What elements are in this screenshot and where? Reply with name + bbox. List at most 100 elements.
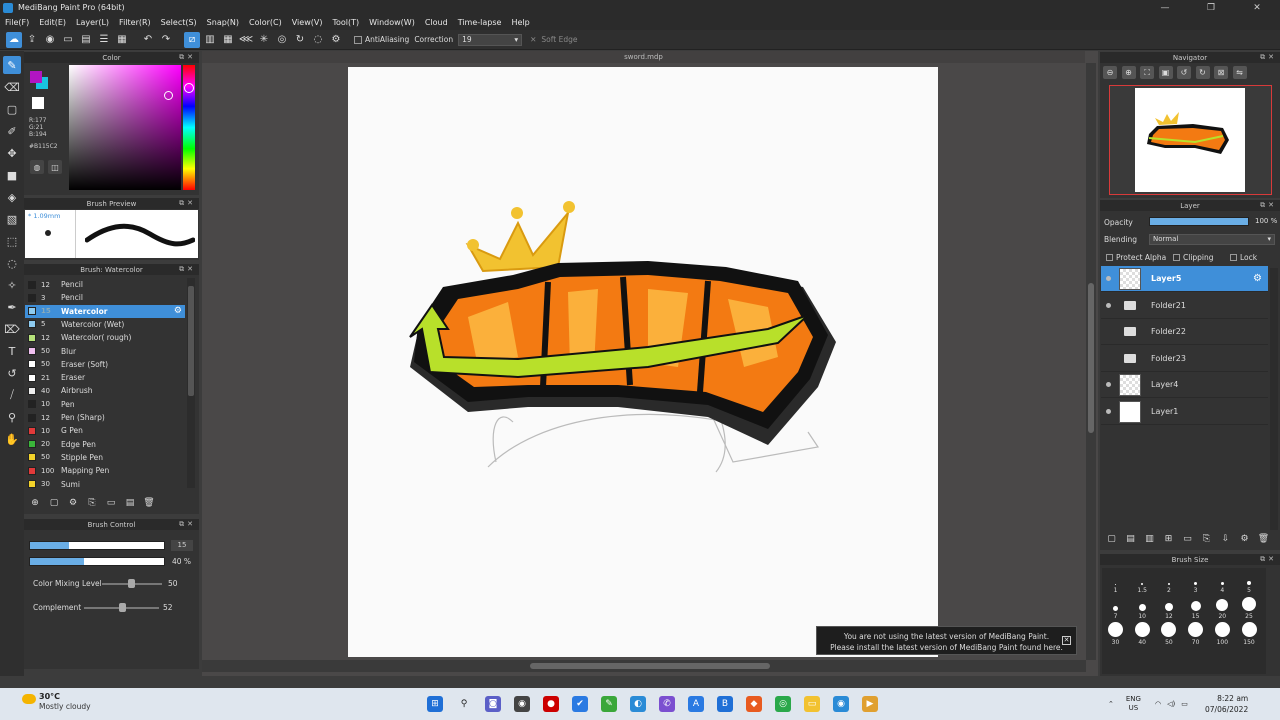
brush-opacity-slider[interactable]: [29, 557, 165, 566]
import-brush-icon[interactable]: ▤: [123, 496, 137, 510]
color-mixing-knob[interactable]: [128, 579, 135, 588]
antialiasing-checkbox[interactable]: [354, 35, 362, 44]
paint-app-icon[interactable]: ◐: [630, 696, 646, 712]
obs-icon[interactable]: ◉: [514, 696, 530, 712]
brush-size-option[interactable]: 70: [1182, 620, 1209, 646]
record-icon[interactable]: ●: [543, 696, 559, 712]
snap-settings-icon[interactable]: ⚙: [328, 32, 344, 48]
hand-tool-icon[interactable]: ✋: [3, 430, 21, 448]
brush-size-option[interactable]: 1: [1102, 568, 1129, 594]
system-clock[interactable]: 8:22 am 07/06/2022: [1205, 693, 1248, 715]
select-eraser-tool-icon[interactable]: ⌦: [3, 320, 21, 338]
page-icon[interactable]: ▤: [78, 32, 94, 48]
delete-brush-icon[interactable]: 🗑: [142, 496, 156, 510]
snap-curve-icon[interactable]: ↻: [292, 32, 308, 48]
app-store-icon[interactable]: A: [688, 696, 704, 712]
rotate-right-icon[interactable]: ↻: [1195, 66, 1210, 79]
brush-size-option[interactable]: 1.5: [1129, 568, 1156, 594]
eye-icon[interactable]: [1101, 409, 1115, 414]
vertical-scrollbar[interactable]: [1086, 63, 1096, 660]
new-halftone-layer-icon[interactable]: ▤: [1124, 533, 1137, 546]
close-button[interactable]: ✕: [1234, 3, 1280, 13]
brush-size-option[interactable]: 20: [1209, 594, 1236, 620]
volume-icon[interactable]: ◁): [1167, 700, 1175, 708]
snap-off-icon[interactable]: ⧄: [184, 31, 200, 48]
brush-item[interactable]: 50 Blur: [25, 345, 185, 358]
duplicate-layer-icon[interactable]: ⎘: [1200, 533, 1213, 546]
brush-item[interactable]: 12 Pencil: [25, 278, 185, 291]
new-layer-icon[interactable]: ▢: [1105, 533, 1118, 546]
layer-row[interactable]: Layer1: [1101, 399, 1268, 425]
flip-horizontal-icon[interactable]: ⇋: [1232, 66, 1247, 79]
brush-settings-icon[interactable]: ⚙: [66, 496, 80, 510]
actual-size-icon[interactable]: ▣: [1158, 66, 1173, 79]
brush-item[interactable]: 40 Airbrush: [25, 384, 185, 397]
dot-tool-icon[interactable]: ✐: [3, 122, 21, 140]
protect-alpha-checkbox[interactable]: Protect Alpha: [1106, 253, 1166, 262]
snap-circle-icon[interactable]: ◎: [274, 32, 290, 48]
layer-list-scrollbar[interactable]: [1270, 268, 1278, 530]
new-brush-icon[interactable]: ▢: [47, 496, 61, 510]
bucket-tool-icon[interactable]: ◈: [3, 188, 21, 206]
list-icon[interactable]: ☰: [96, 32, 112, 48]
merge-layer-icon[interactable]: ⇩: [1219, 533, 1232, 546]
panel-controls-icon[interactable]: ⧉✕: [179, 53, 196, 62]
eyedropper-tool-icon[interactable]: ⚲: [3, 408, 21, 426]
chrome-icon[interactable]: ◎: [775, 696, 791, 712]
brush-folder-icon[interactable]: ▭: [104, 496, 118, 510]
reset-view-icon[interactable]: ⊠: [1214, 66, 1228, 79]
primary-color-swatch[interactable]: [30, 71, 42, 83]
viber-icon[interactable]: ✆: [659, 696, 675, 712]
brush-item[interactable]: 50 Eraser (Soft): [25, 358, 185, 371]
update-notice[interactable]: You are not using the latest version of …: [816, 626, 1077, 655]
complement-knob[interactable]: [119, 603, 126, 612]
brush-size-option[interactable]: 15: [1182, 594, 1209, 620]
delete-layer-icon[interactable]: 🗑: [1257, 533, 1270, 546]
menu-file[interactable]: File(F): [0, 18, 34, 27]
layer-add-menu-icon[interactable]: ⊞: [1162, 533, 1175, 546]
select-pen-tool-icon[interactable]: ✒: [3, 298, 21, 316]
panel-controls-icon[interactable]: ⧉✕: [1260, 555, 1277, 564]
search-icon[interactable]: ⚲: [456, 696, 472, 712]
menu-view[interactable]: View(V): [287, 18, 328, 27]
brush-item[interactable]: 10 G Pen: [25, 424, 185, 437]
brush-size-option[interactable]: 4: [1209, 568, 1236, 594]
snap-radial-icon[interactable]: ✳: [256, 32, 272, 48]
copy-brush-icon[interactable]: ⎘: [85, 496, 99, 510]
move-tool-icon[interactable]: ✥: [3, 144, 21, 162]
brush-size-option[interactable]: 10: [1129, 594, 1156, 620]
panel-controls-icon[interactable]: ⧉✕: [179, 520, 196, 529]
brush-size-option[interactable]: 7: [1102, 594, 1129, 620]
brush-item[interactable]: 3 Pencil: [25, 291, 185, 304]
color-palette-icon[interactable]: ◍: [30, 160, 44, 174]
brush-size-option[interactable]: 40: [1129, 620, 1156, 646]
brush-size-option[interactable]: 30: [1102, 620, 1129, 646]
eraser-tool-icon[interactable]: ⌫: [3, 78, 21, 96]
cloud-icon[interactable]: ☁: [6, 31, 22, 48]
menu-help[interactable]: Help: [506, 18, 534, 27]
saturation-value-picker[interactable]: [69, 65, 181, 190]
b-app-icon[interactable]: B: [717, 696, 733, 712]
brush-list-scrollbar[interactable]: [187, 278, 195, 488]
fit-screen-icon[interactable]: ⛶: [1140, 66, 1154, 79]
wifi-icon[interactable]: ◠: [1155, 700, 1161, 708]
document-tab[interactable]: sword.mdp: [202, 51, 1085, 63]
eye-icon[interactable]: [1101, 276, 1115, 281]
update-notice-line2[interactable]: Please install the latest version of Med…: [817, 642, 1076, 653]
brush-item[interactable]: 5 Watercolor (Wet): [25, 318, 185, 331]
language-indicator[interactable]: ENG US: [1126, 695, 1141, 713]
zoom-in-icon[interactable]: ⊕: [1121, 66, 1136, 79]
brush-size-option[interactable]: 5: [1236, 568, 1263, 594]
soft-edge-close-icon[interactable]: ✕: [530, 35, 536, 44]
gradient-tool-icon[interactable]: ▧: [3, 210, 21, 228]
menu-select[interactable]: Select(S): [156, 18, 202, 27]
maximize-button[interactable]: ❐: [1188, 3, 1234, 13]
layer-row[interactable]: Folder22: [1101, 319, 1268, 346]
text-tool-icon[interactable]: T: [3, 342, 21, 360]
brush-size-option[interactable]: 100: [1209, 620, 1236, 646]
operation-tool-icon[interactable]: ↺: [3, 364, 21, 382]
menu-filter[interactable]: Filter(R): [114, 18, 156, 27]
fill-rect-tool-icon[interactable]: ■: [3, 166, 21, 184]
panel-controls-icon[interactable]: ⧉✕: [179, 265, 196, 274]
panel-controls-icon[interactable]: ⧉✕: [1260, 201, 1277, 210]
